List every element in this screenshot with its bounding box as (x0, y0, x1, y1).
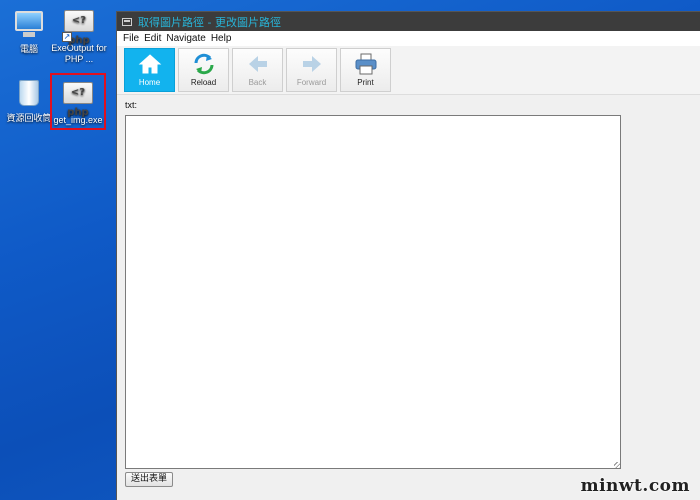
php-file-icon: <?php ↗ (62, 10, 96, 46)
home-icon (138, 53, 162, 75)
reload-button-label: Reload (190, 78, 217, 87)
window-app-icon (122, 17, 132, 26)
menu-edit[interactable]: Edit (144, 33, 161, 44)
watermark-text: minwt.com (580, 476, 690, 496)
php-badge: <?php (63, 82, 93, 118)
print-button-label: Print (357, 78, 374, 87)
reload-button[interactable]: Reload (178, 48, 229, 92)
toolbar: Home Reload Back Forward Print (117, 46, 700, 95)
printer-icon (354, 53, 378, 75)
menu-navigate[interactable]: Navigate (166, 33, 205, 44)
desktop-icon-exeoutput[interactable]: <?php ↗ ExeOutput for PHP ... (50, 6, 108, 65)
txt-textarea[interactable] (125, 115, 621, 469)
print-button[interactable]: Print (340, 48, 391, 92)
submit-form-button[interactable]: 送出表單 (125, 472, 174, 487)
computer-icon (12, 11, 46, 41)
forward-button-label: Forward (296, 78, 327, 87)
php-badge: <?php (64, 10, 94, 46)
reload-icon (192, 53, 216, 75)
home-button-label: Home (138, 78, 161, 87)
forward-button[interactable]: Forward (286, 48, 337, 92)
shortcut-arrow-icon: ↗ (62, 32, 72, 42)
menu-help[interactable]: Help (211, 33, 232, 44)
back-button[interactable]: Back (232, 48, 283, 92)
window-titlebar[interactable]: 取得圖片路徑 - 更改圖片路徑 (117, 12, 700, 31)
recycle-bin-icon (12, 80, 46, 110)
desktop-icon-get-img[interactable]: <?php get_img.exe (49, 78, 107, 126)
menu-file[interactable]: File (123, 33, 139, 44)
php-file-icon: <?php (61, 82, 95, 118)
back-button-label: Back (248, 78, 267, 87)
menu-bar: File Edit Navigate Help (117, 31, 700, 46)
window-title: 取得圖片路徑 - 更改圖片路徑 (138, 15, 281, 29)
app-window: 取得圖片路徑 - 更改圖片路徑 File Edit Navigate Help … (116, 11, 700, 500)
home-button[interactable]: Home (124, 48, 175, 92)
forward-arrow-icon (300, 53, 324, 75)
txt-field-label: txt: (125, 100, 138, 110)
back-arrow-icon (246, 53, 270, 75)
